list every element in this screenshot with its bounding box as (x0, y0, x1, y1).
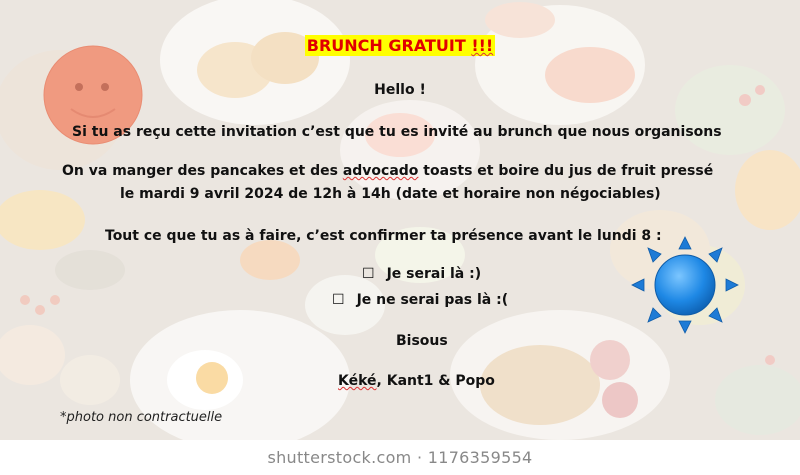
invitation-title: BRUNCH GRATUIT !!! (304, 35, 496, 56)
checkbox-icon[interactable]: ☐ (332, 292, 345, 308)
sun-icon (631, 236, 739, 334)
option-decline[interactable]: ☐ Je ne serai pas là :( (332, 292, 508, 308)
invitation-line-2: On va manger des pancakes et des advocad… (62, 163, 714, 179)
closing: Bisous (396, 333, 448, 349)
option-attend[interactable]: ☐ Je serai là :) (362, 266, 481, 282)
invitation-line-4: Tout ce que tu as à faire, c’est confirm… (105, 228, 662, 244)
watermark-text: shutterstock.com · 1176359554 (267, 448, 533, 467)
invitation-line-1: Si tu as reçu cette invitation c’est que… (72, 124, 722, 140)
watermark-bar: shutterstock.com · 1176359554 (0, 440, 800, 475)
checkbox-icon[interactable]: ☐ (362, 266, 375, 282)
photo-disclaimer: *photo non contractuelle (60, 410, 223, 425)
signature: Kéké, Kant1 & Popo (338, 373, 495, 389)
invitation-line-3: le mardi 9 avril 2024 de 12h à 14h (date… (120, 186, 661, 202)
greeting: Hello ! (374, 82, 426, 98)
